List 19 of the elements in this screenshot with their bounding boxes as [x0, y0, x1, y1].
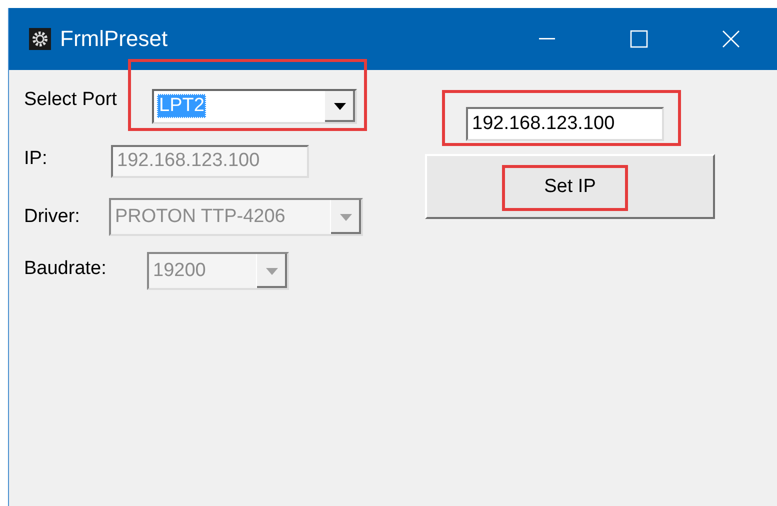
dropdown-button[interactable] [324, 90, 355, 122]
set-ip-button[interactable]: Set IP [425, 154, 715, 219]
field-label: IP: [24, 148, 48, 170]
field-label: Select Port [24, 89, 118, 111]
gear-icon [29, 28, 51, 50]
dropdown[interactable]: LPT2 [152, 88, 357, 124]
maximize-icon [629, 29, 649, 49]
dropdown-value: PROTON TTP-4206 [114, 206, 286, 228]
dropdown-value: 19200 [152, 260, 207, 282]
field-label: Baudrate: [24, 258, 108, 280]
caret-icon [340, 214, 352, 220]
caret-icon [334, 102, 346, 110]
minimize-icon [539, 38, 555, 40]
field-label: Driver: [24, 206, 81, 228]
dropdown-value: LPT2 [157, 94, 206, 118]
caret-icon [266, 268, 278, 274]
close-icon [721, 29, 741, 49]
ip-input-field[interactable]: 192.168.123.100 [466, 107, 664, 141]
window-title: FrmlPreset [60, 26, 168, 52]
